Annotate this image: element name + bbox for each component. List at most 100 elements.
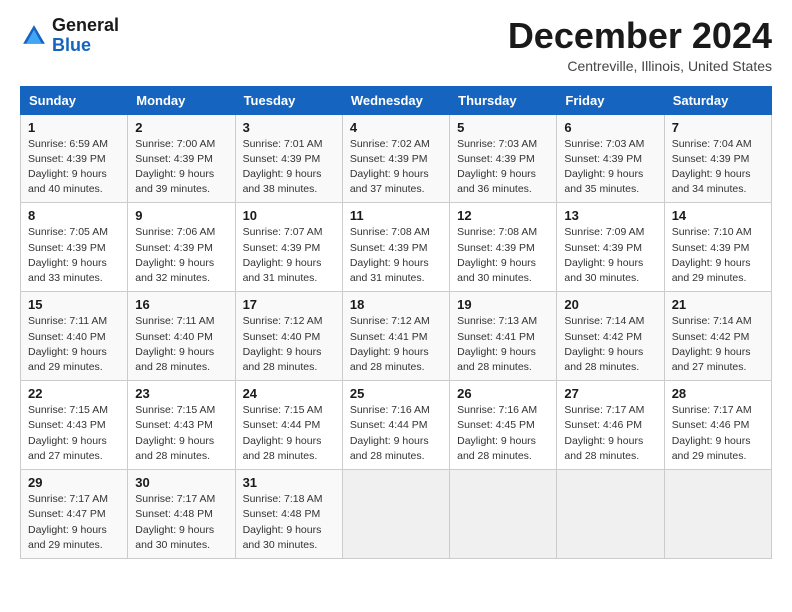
day-number: 30 — [135, 475, 227, 490]
calendar-cell: 8 Sunrise: 7:05 AM Sunset: 4:39 PM Dayli… — [21, 203, 128, 292]
day-number: 10 — [243, 208, 335, 223]
day-info: Sunrise: 6:59 AM Sunset: 4:39 PM Dayligh… — [28, 137, 120, 198]
calendar-cell: 29 Sunrise: 7:17 AM Sunset: 4:47 PM Dayl… — [21, 470, 128, 559]
day-number: 11 — [350, 208, 442, 223]
calendar-cell — [557, 470, 664, 559]
day-info: Sunrise: 7:17 AM Sunset: 4:48 PM Dayligh… — [135, 492, 227, 553]
day-info: Sunrise: 7:00 AM Sunset: 4:39 PM Dayligh… — [135, 137, 227, 198]
day-info: Sunrise: 7:14 AM Sunset: 4:42 PM Dayligh… — [564, 314, 656, 375]
day-info: Sunrise: 7:13 AM Sunset: 4:41 PM Dayligh… — [457, 314, 549, 375]
day-info: Sunrise: 7:08 AM Sunset: 4:39 PM Dayligh… — [350, 225, 442, 286]
calendar-cell: 1 Sunrise: 6:59 AM Sunset: 4:39 PM Dayli… — [21, 114, 128, 203]
day-number: 18 — [350, 297, 442, 312]
calendar-cell: 10 Sunrise: 7:07 AM Sunset: 4:39 PM Dayl… — [235, 203, 342, 292]
day-number: 24 — [243, 386, 335, 401]
day-info: Sunrise: 7:15 AM Sunset: 4:43 PM Dayligh… — [28, 403, 120, 464]
calendar-cell: 2 Sunrise: 7:00 AM Sunset: 4:39 PM Dayli… — [128, 114, 235, 203]
week-row-5: 29 Sunrise: 7:17 AM Sunset: 4:47 PM Dayl… — [21, 470, 772, 559]
day-number: 17 — [243, 297, 335, 312]
day-info: Sunrise: 7:17 AM Sunset: 4:46 PM Dayligh… — [672, 403, 764, 464]
day-number: 19 — [457, 297, 549, 312]
calendar-cell: 15 Sunrise: 7:11 AM Sunset: 4:40 PM Dayl… — [21, 292, 128, 381]
calendar-cell: 22 Sunrise: 7:15 AM Sunset: 4:43 PM Dayl… — [21, 381, 128, 470]
header-tuesday: Tuesday — [235, 86, 342, 114]
calendar-cell: 28 Sunrise: 7:17 AM Sunset: 4:46 PM Dayl… — [664, 381, 771, 470]
calendar-cell: 26 Sunrise: 7:16 AM Sunset: 4:45 PM Dayl… — [450, 381, 557, 470]
logo: General Blue — [20, 16, 119, 56]
calendar-cell: 16 Sunrise: 7:11 AM Sunset: 4:40 PM Dayl… — [128, 292, 235, 381]
day-number: 16 — [135, 297, 227, 312]
calendar-cell: 4 Sunrise: 7:02 AM Sunset: 4:39 PM Dayli… — [342, 114, 449, 203]
day-info: Sunrise: 7:12 AM Sunset: 4:41 PM Dayligh… — [350, 314, 442, 375]
day-info: Sunrise: 7:03 AM Sunset: 4:39 PM Dayligh… — [564, 137, 656, 198]
week-row-2: 8 Sunrise: 7:05 AM Sunset: 4:39 PM Dayli… — [21, 203, 772, 292]
day-number: 13 — [564, 208, 656, 223]
day-number: 20 — [564, 297, 656, 312]
page-header: General Blue December 2024 Centreville, … — [20, 16, 772, 74]
week-row-3: 15 Sunrise: 7:11 AM Sunset: 4:40 PM Dayl… — [21, 292, 772, 381]
calendar-table: SundayMondayTuesdayWednesdayThursdayFrid… — [20, 86, 772, 559]
day-info: Sunrise: 7:06 AM Sunset: 4:39 PM Dayligh… — [135, 225, 227, 286]
day-info: Sunrise: 7:08 AM Sunset: 4:39 PM Dayligh… — [457, 225, 549, 286]
day-info: Sunrise: 7:17 AM Sunset: 4:46 PM Dayligh… — [564, 403, 656, 464]
day-info: Sunrise: 7:15 AM Sunset: 4:43 PM Dayligh… — [135, 403, 227, 464]
calendar-cell: 30 Sunrise: 7:17 AM Sunset: 4:48 PM Dayl… — [128, 470, 235, 559]
day-info: Sunrise: 7:18 AM Sunset: 4:48 PM Dayligh… — [243, 492, 335, 553]
day-info: Sunrise: 7:10 AM Sunset: 4:39 PM Dayligh… — [672, 225, 764, 286]
header-saturday: Saturday — [664, 86, 771, 114]
day-number: 4 — [350, 120, 442, 135]
calendar-cell: 24 Sunrise: 7:15 AM Sunset: 4:44 PM Dayl… — [235, 381, 342, 470]
day-number: 22 — [28, 386, 120, 401]
calendar-cell — [664, 470, 771, 559]
calendar-cell: 6 Sunrise: 7:03 AM Sunset: 4:39 PM Dayli… — [557, 114, 664, 203]
day-number: 5 — [457, 120, 549, 135]
calendar-cell: 9 Sunrise: 7:06 AM Sunset: 4:39 PM Dayli… — [128, 203, 235, 292]
day-number: 3 — [243, 120, 335, 135]
day-number: 28 — [672, 386, 764, 401]
header-wednesday: Wednesday — [342, 86, 449, 114]
day-info: Sunrise: 7:02 AM Sunset: 4:39 PM Dayligh… — [350, 137, 442, 198]
logo-icon — [20, 22, 48, 50]
day-number: 1 — [28, 120, 120, 135]
header-sunday: Sunday — [21, 86, 128, 114]
day-info: Sunrise: 7:11 AM Sunset: 4:40 PM Dayligh… — [28, 314, 120, 375]
calendar-cell: 12 Sunrise: 7:08 AM Sunset: 4:39 PM Dayl… — [450, 203, 557, 292]
day-number: 31 — [243, 475, 335, 490]
calendar-cell: 7 Sunrise: 7:04 AM Sunset: 4:39 PM Dayli… — [664, 114, 771, 203]
day-info: Sunrise: 7:03 AM Sunset: 4:39 PM Dayligh… — [457, 137, 549, 198]
day-number: 2 — [135, 120, 227, 135]
calendar-cell: 27 Sunrise: 7:17 AM Sunset: 4:46 PM Dayl… — [557, 381, 664, 470]
day-number: 29 — [28, 475, 120, 490]
day-info: Sunrise: 7:12 AM Sunset: 4:40 PM Dayligh… — [243, 314, 335, 375]
day-number: 6 — [564, 120, 656, 135]
calendar-cell: 23 Sunrise: 7:15 AM Sunset: 4:43 PM Dayl… — [128, 381, 235, 470]
day-number: 9 — [135, 208, 227, 223]
day-number: 12 — [457, 208, 549, 223]
month-title: December 2024 — [508, 16, 772, 56]
calendar-cell — [450, 470, 557, 559]
calendar-cell: 5 Sunrise: 7:03 AM Sunset: 4:39 PM Dayli… — [450, 114, 557, 203]
day-info: Sunrise: 7:07 AM Sunset: 4:39 PM Dayligh… — [243, 225, 335, 286]
calendar-cell: 3 Sunrise: 7:01 AM Sunset: 4:39 PM Dayli… — [235, 114, 342, 203]
day-number: 7 — [672, 120, 764, 135]
calendar-cell: 18 Sunrise: 7:12 AM Sunset: 4:41 PM Dayl… — [342, 292, 449, 381]
header-monday: Monday — [128, 86, 235, 114]
day-info: Sunrise: 7:17 AM Sunset: 4:47 PM Dayligh… — [28, 492, 120, 553]
day-info: Sunrise: 7:09 AM Sunset: 4:39 PM Dayligh… — [564, 225, 656, 286]
day-info: Sunrise: 7:05 AM Sunset: 4:39 PM Dayligh… — [28, 225, 120, 286]
day-number: 15 — [28, 297, 120, 312]
day-number: 27 — [564, 386, 656, 401]
logo-text: General Blue — [52, 16, 119, 56]
day-number: 14 — [672, 208, 764, 223]
week-row-1: 1 Sunrise: 6:59 AM Sunset: 4:39 PM Dayli… — [21, 114, 772, 203]
day-number: 26 — [457, 386, 549, 401]
week-row-4: 22 Sunrise: 7:15 AM Sunset: 4:43 PM Dayl… — [21, 381, 772, 470]
calendar-cell: 31 Sunrise: 7:18 AM Sunset: 4:48 PM Dayl… — [235, 470, 342, 559]
day-info: Sunrise: 7:16 AM Sunset: 4:45 PM Dayligh… — [457, 403, 549, 464]
calendar-cell: 21 Sunrise: 7:14 AM Sunset: 4:42 PM Dayl… — [664, 292, 771, 381]
title-area: December 2024 Centreville, Illinois, Uni… — [508, 16, 772, 74]
header-row: SundayMondayTuesdayWednesdayThursdayFrid… — [21, 86, 772, 114]
calendar-cell: 11 Sunrise: 7:08 AM Sunset: 4:39 PM Dayl… — [342, 203, 449, 292]
calendar-cell — [342, 470, 449, 559]
calendar-cell: 14 Sunrise: 7:10 AM Sunset: 4:39 PM Dayl… — [664, 203, 771, 292]
